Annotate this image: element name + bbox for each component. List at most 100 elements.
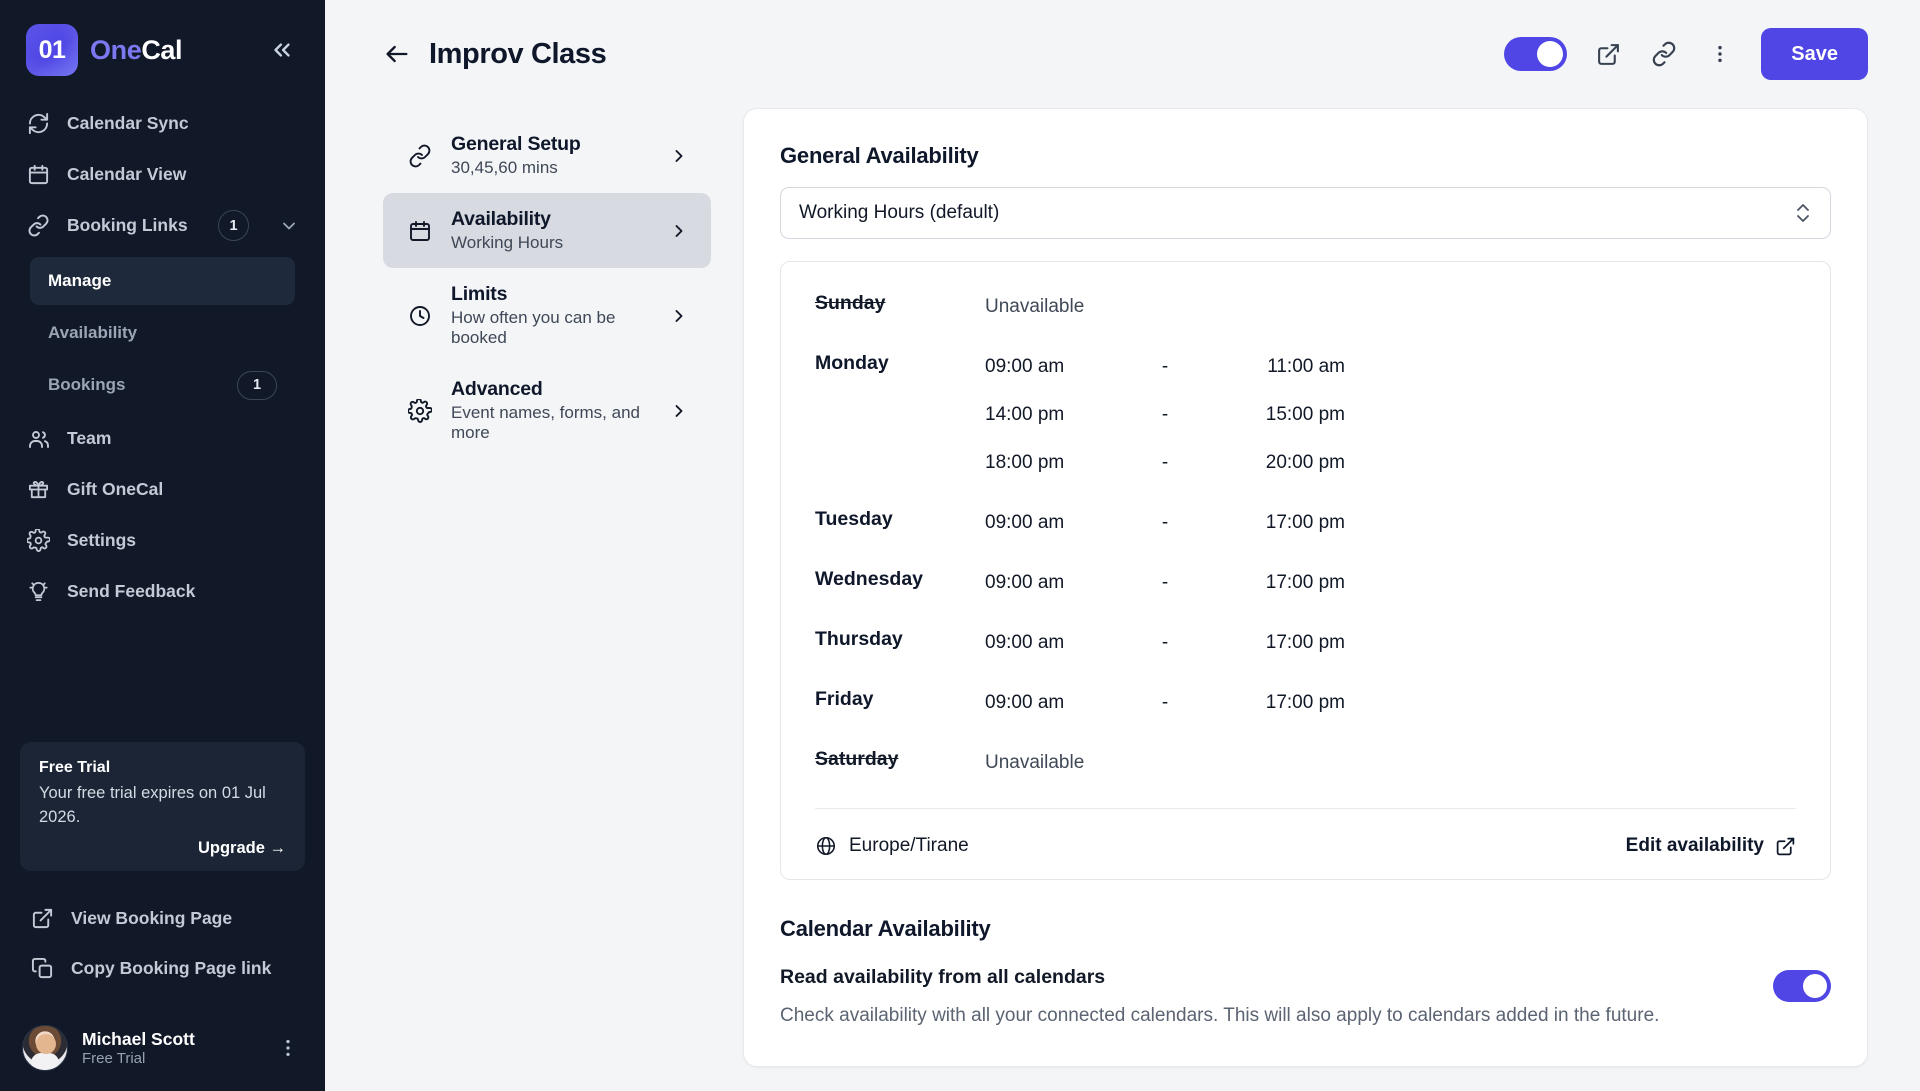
read-all-calendars-description: Check availability with all your connect… <box>780 1005 1660 1026</box>
sidebar-item-manage[interactable]: Manage <box>30 257 295 305</box>
sidebar-item-booking-links[interactable]: Booking Links 1 <box>0 200 325 251</box>
slot-start: 09:00 am <box>985 356 1065 377</box>
sidebar-item-view-booking-page[interactable]: View Booking Page <box>0 893 325 943</box>
day-label-sunday: Sunday <box>815 292 886 314</box>
topbar-actions: Save <box>1504 28 1868 80</box>
slot-start: 09:00 am <box>985 632 1065 653</box>
setnav-text-advanced: Advanced Event names, forms, and more <box>451 378 651 443</box>
lightbulb-icon <box>26 579 51 604</box>
save-button[interactable]: Save <box>1761 28 1868 80</box>
chevron-right-icon <box>669 401 689 421</box>
user-plan: Free Trial <box>82 1050 146 1068</box>
weekly-schedule-body: Sunday Unavailable Monday 09:00 am - 11:… <box>815 292 1796 800</box>
booking-link-enabled-toggle[interactable] <box>1504 37 1568 71</box>
sidebar-item-calendar-sync[interactable]: Calendar Sync <box>0 98 325 149</box>
sidebar-label-send-feedback: Send Feedback <box>67 581 196 601</box>
sidebar-item-bookings[interactable]: Bookings 1 <box>30 361 295 409</box>
schedule-select-value: Working Hours (default) <box>799 202 1000 223</box>
slot-row: 09:00 am - 17:00 pm <box>985 688 1796 718</box>
sidebar-item-team[interactable]: Team <box>0 413 325 464</box>
gear-icon <box>26 528 51 553</box>
day-label-friday: Friday <box>815 688 874 710</box>
onecal-logo-mark: 01 <box>26 24 78 76</box>
chevron-down-icon[interactable] <box>279 216 299 236</box>
setnav-item-advanced[interactable]: Advanced Event names, forms, and more <box>383 363 711 458</box>
free-trial-body: Your free trial expires on 01 Jul 2026. <box>39 784 266 826</box>
content-area: General Setup 30,45,60 mins Availability… <box>325 108 1920 1067</box>
sidebar-label-booking-links: Booking Links <box>67 215 188 235</box>
edit-availability-label: Edit availability <box>1625 835 1764 856</box>
setnav-item-limits[interactable]: Limits How often you can be booked <box>383 268 711 363</box>
sidebar-label-view-booking-page: View Booking Page <box>71 907 233 928</box>
unavailable-text: Unavailable <box>985 296 1085 317</box>
booking-link-settings-nav: General Setup 30,45,60 mins Availability… <box>383 108 711 458</box>
sidebar-item-availability[interactable]: Availability <box>30 309 295 357</box>
more-vertical-icon[interactable] <box>273 1033 303 1063</box>
day-label-thursday: Thursday <box>815 628 903 650</box>
sidebar-item-send-feedback[interactable]: Send Feedback <box>0 566 325 617</box>
link-icon <box>26 213 51 238</box>
setnav-title-advanced: Advanced <box>451 378 543 400</box>
more-vertical-icon[interactable] <box>1705 39 1735 69</box>
slot-row: 09:00 am - 17:00 pm <box>985 568 1796 598</box>
gift-icon <box>26 477 51 502</box>
sidebar-label-availability: Availability <box>48 323 138 342</box>
setnav-item-general-setup[interactable]: General Setup 30,45,60 mins <box>383 118 711 193</box>
globe-icon <box>815 835 837 857</box>
setnav-title-limits: Limits <box>451 283 508 305</box>
day-slots-friday: 09:00 am - 17:00 pm <box>985 688 1796 748</box>
day-label-saturday: Saturday <box>815 748 899 770</box>
wordmark-part2: Cal <box>141 34 183 65</box>
setnav-item-availability[interactable]: Availability Working Hours <box>383 193 711 268</box>
link-icon[interactable] <box>1649 39 1679 69</box>
sidebar-item-gift-onecal[interactable]: Gift OneCal <box>0 464 325 515</box>
slot-start: 09:00 am <box>985 512 1065 533</box>
external-link-icon[interactable] <box>1593 39 1623 69</box>
day-slots-saturday: Unavailable <box>985 748 1796 800</box>
sidebar-item-settings[interactable]: Settings <box>0 515 325 566</box>
sidebar-nav: Calendar Sync Calendar View Booking Link… <box>0 98 325 617</box>
toggle-knob <box>1537 41 1564 67</box>
weekly-schedule-table: Sunday Unavailable Monday 09:00 am - 11:… <box>815 292 1796 800</box>
arrow-left-icon[interactable] <box>383 40 411 68</box>
slot-row: Unavailable <box>985 748 1796 778</box>
calendar-availability-row: Read availability from all calendars Che… <box>780 966 1831 1030</box>
sidebar-item-calendar-view[interactable]: Calendar View <box>0 149 325 200</box>
team-icon <box>26 426 51 451</box>
availability-panel: General Availability Working Hours (defa… <box>743 108 1868 1067</box>
slot-dash: - <box>1161 632 1169 653</box>
edit-availability-link[interactable]: Edit availability <box>1626 835 1796 857</box>
setnav-sub-availability: Working Hours <box>451 233 564 252</box>
slot-end: 17:00 pm <box>1265 572 1345 593</box>
calendar-icon <box>407 218 433 244</box>
sidebar-label-settings: Settings <box>67 530 137 550</box>
sidebar-label-bookings: Bookings <box>48 375 126 394</box>
day-label-wednesday: Wednesday <box>815 568 924 590</box>
user-info: Michael Scott Free Trial <box>82 1029 195 1068</box>
topbar: Improv Class Save <box>325 0 1920 108</box>
slot-row: 14:00 pm - 15:00 pm <box>985 400 1796 430</box>
chevron-right-icon <box>669 146 689 166</box>
free-trial-title: Free Trial <box>39 759 111 777</box>
table-row: Thursday 09:00 am - 17:00 pm <box>815 628 1796 688</box>
sidebar-user-row[interactable]: Michael Scott Free Trial <box>0 1011 325 1091</box>
slot-end: 17:00 pm <box>1265 692 1345 713</box>
user-name: Michael Scott <box>82 1028 195 1049</box>
slot-end: 17:00 pm <box>1265 632 1345 653</box>
upgrade-link[interactable]: Upgrade → <box>39 839 286 858</box>
day-label-monday: Monday <box>815 352 889 374</box>
read-all-calendars-toggle[interactable] <box>1773 970 1831 1002</box>
sidebar-item-copy-booking-page-link[interactable]: Copy Booking Page link <box>0 943 325 993</box>
day-slots-monday: 09:00 am - 11:00 am 14:00 pm - 15:00 pm <box>985 352 1796 508</box>
schedule-select[interactable]: Working Hours (default) <box>780 187 1831 239</box>
slot-start: 18:00 pm <box>985 452 1065 473</box>
read-all-calendars-label: Read availability from all calendars <box>780 966 1106 988</box>
slot-row: 09:00 am - 11:00 am <box>985 352 1796 382</box>
slot-start: 14:00 pm <box>985 404 1065 425</box>
table-row: Saturday Unavailable <box>815 748 1796 800</box>
timezone-label: Europe/Tirane <box>849 835 969 856</box>
day-slots-sunday: Unavailable <box>985 292 1796 352</box>
table-row: Wednesday 09:00 am - 17:00 pm <box>815 568 1796 628</box>
chevrons-left-icon[interactable] <box>265 33 299 67</box>
slot-end: 11:00 am <box>1267 356 1345 377</box>
